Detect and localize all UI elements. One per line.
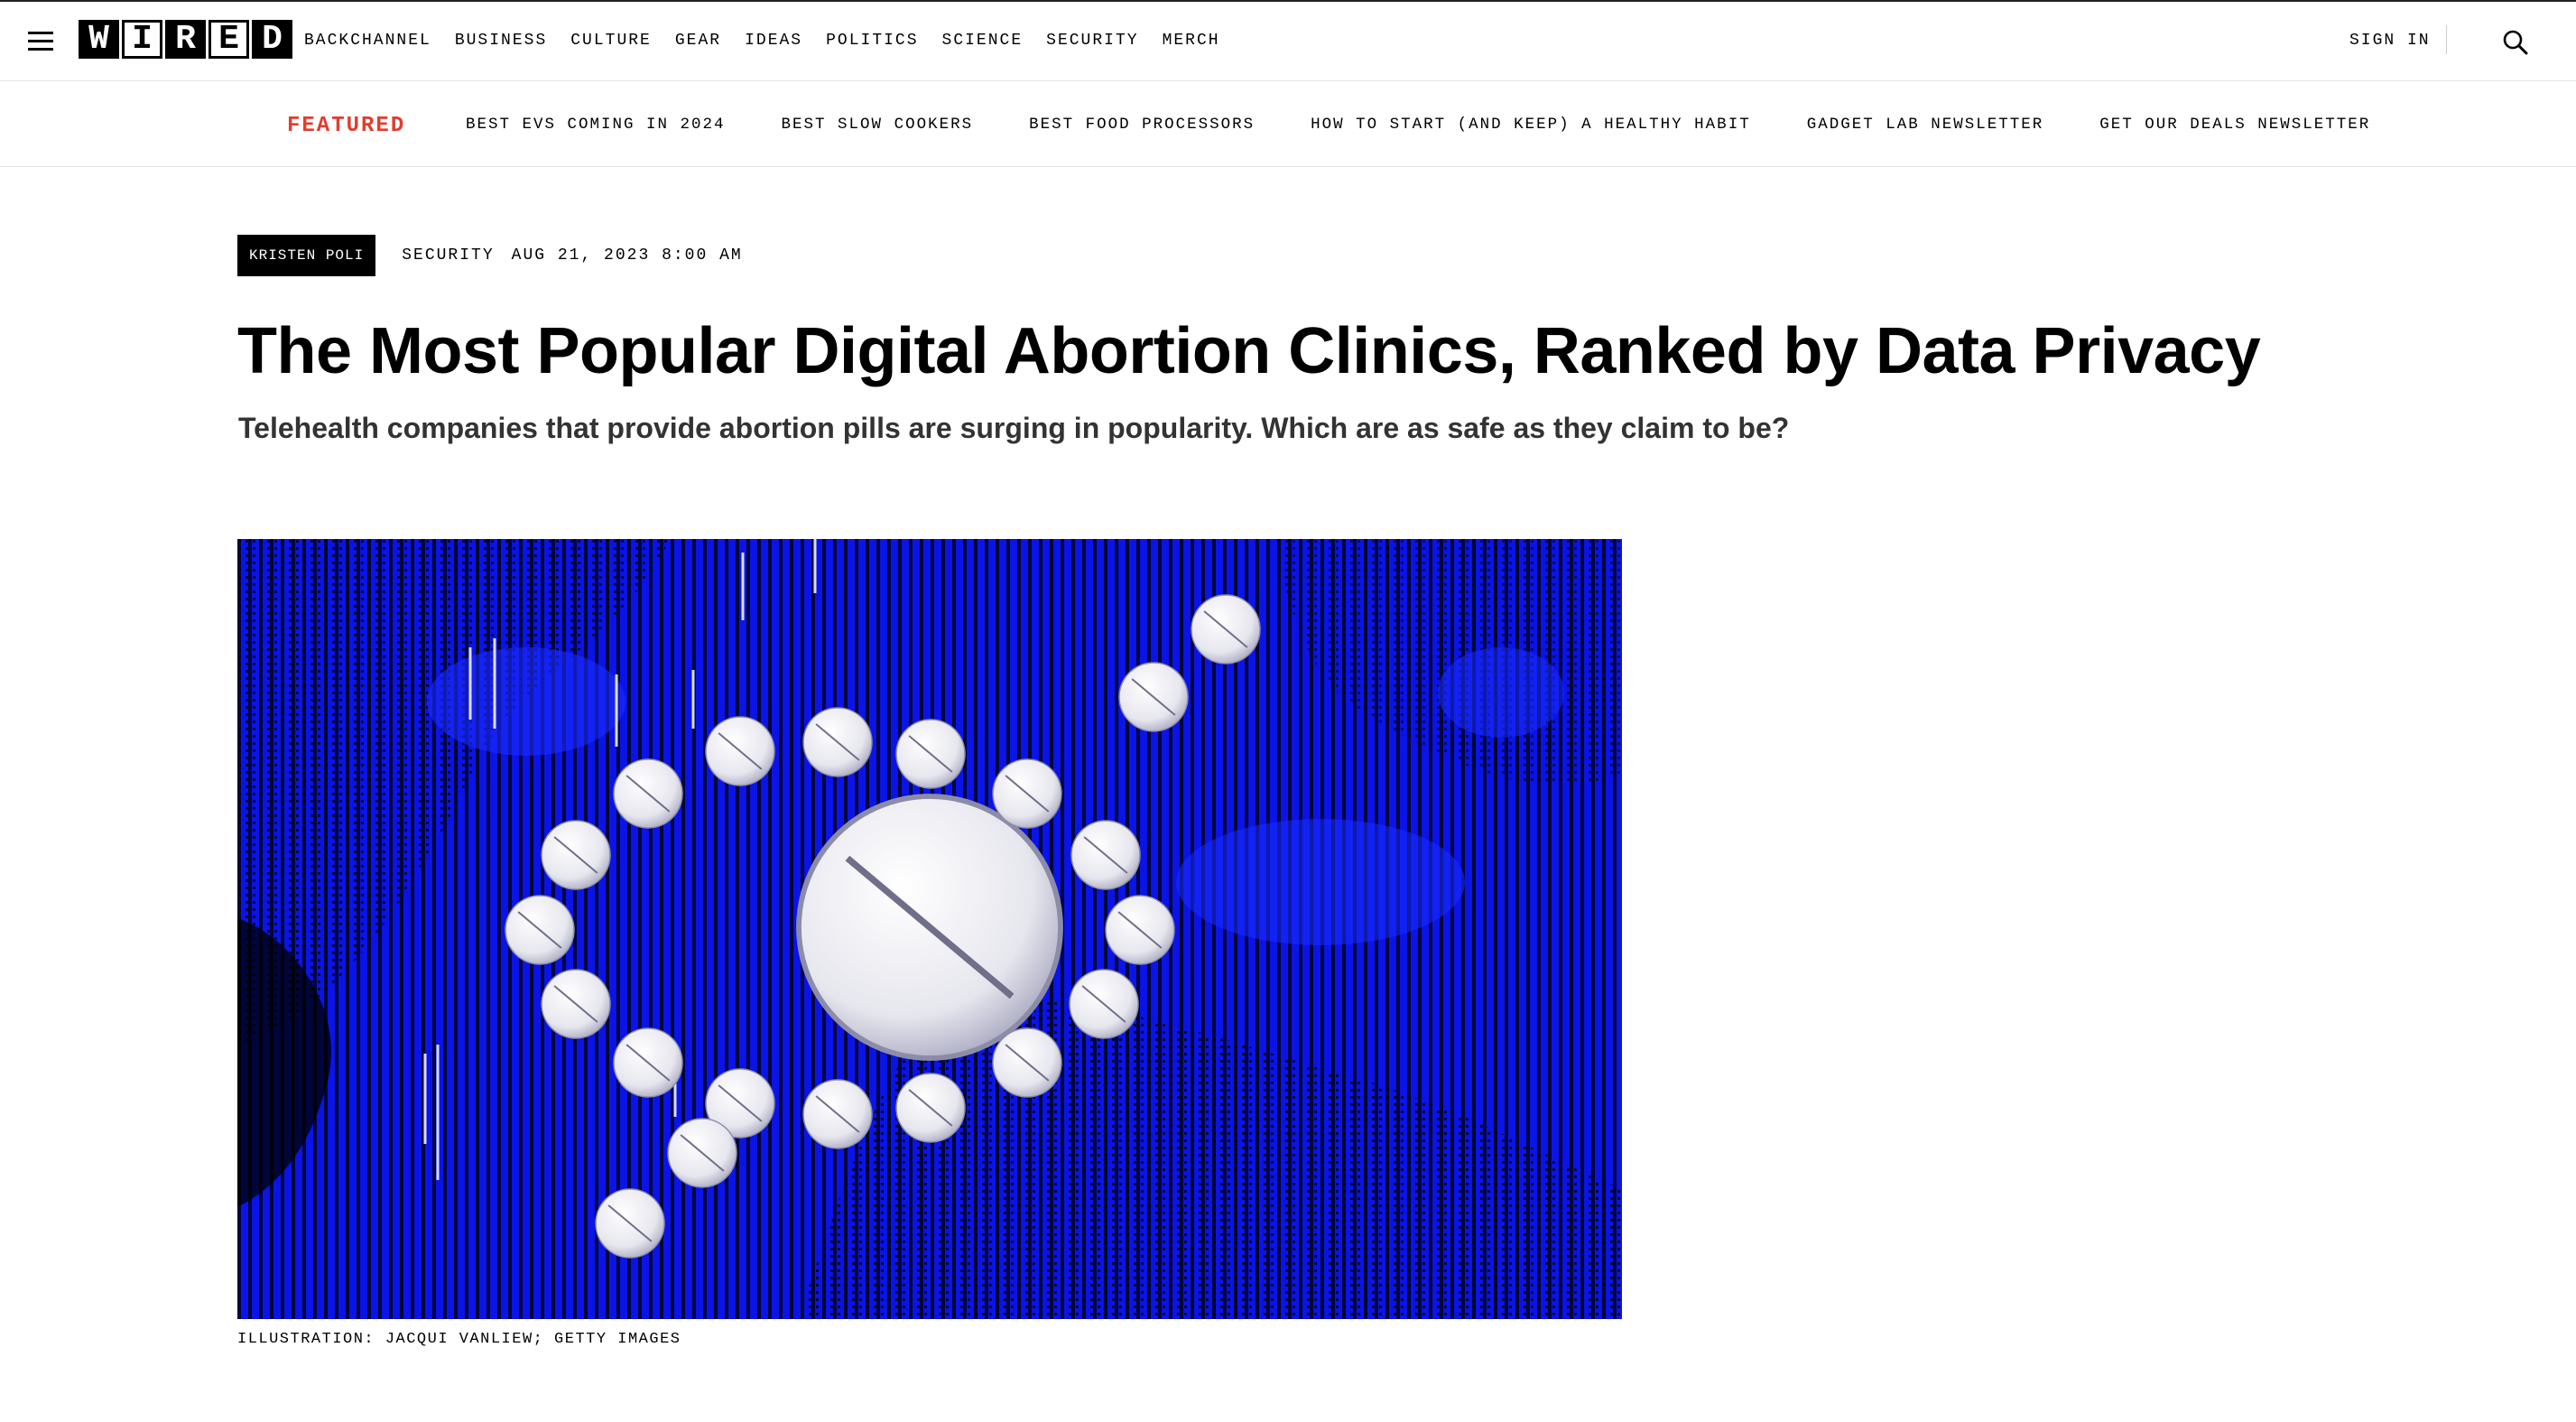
logo-letter: W — [79, 20, 119, 59]
pill-shape — [1105, 895, 1175, 965]
sign-in-link[interactable]: SIGN IN — [2349, 32, 2431, 50]
featured-link[interactable]: GADGET LAB NEWSLETTER — [1807, 116, 2044, 134]
pill-shape — [613, 758, 683, 829]
pill-shape — [541, 820, 611, 890]
pill-shape — [895, 1073, 966, 1143]
featured-label: FEATURED — [287, 114, 406, 138]
featured-links: BEST EVS COMING IN 2024 BEST SLOW COOKER… — [466, 116, 2370, 134]
featured-link[interactable]: HOW TO START (AND KEEP) A HEALTHY HABIT — [1311, 116, 1751, 134]
article-headline: The Most Popular Digital Abortion Clinic… — [237, 315, 2261, 387]
pill-shape — [613, 1027, 683, 1098]
pill-shape — [541, 969, 611, 1039]
author-badge[interactable]: KRISTEN POLI — [237, 235, 376, 276]
section-nav: BACKCHANNEL BUSINESS CULTURE GEAR IDEAS … — [304, 32, 1220, 50]
logo-letter: I — [122, 20, 162, 59]
nav-link-business[interactable]: BUSINESS — [455, 32, 547, 50]
image-caption: ILLUSTRATION: JACQUI VANLIEW; GETTY IMAG… — [237, 1331, 681, 1348]
article-dek: Telehealth companies that provide aborti… — [238, 412, 1790, 444]
pill-shape — [895, 719, 966, 789]
section-link[interactable]: SECURITY — [402, 246, 494, 265]
pill-shape — [992, 1027, 1062, 1098]
nav-link-gear[interactable]: GEAR — [675, 32, 721, 50]
nav-link-backchannel[interactable]: BACKCHANNEL — [304, 32, 431, 50]
pill-shape — [1070, 820, 1141, 890]
logo-letter: R — [165, 20, 206, 59]
featured-link[interactable]: BEST FOOD PROCESSORS — [1029, 116, 1255, 134]
publish-date: AUG 21, 2023 8:00 AM — [511, 246, 743, 265]
featured-bar: FEATURED BEST EVS COMING IN 2024 BEST SL… — [0, 81, 2576, 167]
pill-shape — [505, 895, 575, 965]
nav-link-science[interactable]: SCIENCE — [942, 32, 1024, 50]
hamburger-icon[interactable] — [28, 32, 53, 51]
nav-link-ideas[interactable]: IDEAS — [745, 32, 802, 50]
search-icon[interactable] — [2502, 29, 2529, 56]
wired-logo[interactable]: W I R E D — [79, 20, 292, 59]
top-navigation: W I R E D BACKCHANNEL BUSINESS CULTURE G… — [0, 0, 2576, 81]
pill-shape — [1118, 662, 1189, 732]
nav-link-culture[interactable]: CULTURE — [570, 32, 652, 50]
nav-link-politics[interactable]: POLITICS — [826, 32, 918, 50]
nav-divider — [2446, 25, 2447, 54]
pill-shape — [796, 794, 1063, 1061]
pill-shape — [667, 1118, 737, 1188]
hero-illustration — [237, 539, 1622, 1319]
pill-shape — [992, 758, 1062, 829]
featured-link[interactable]: BEST EVS COMING IN 2024 — [466, 116, 726, 134]
pill-shape — [705, 716, 775, 786]
nav-link-merch[interactable]: MERCH — [1163, 32, 1220, 50]
logo-letter: D — [252, 20, 292, 59]
pill-shape — [802, 1079, 873, 1149]
pill-shape — [802, 707, 873, 777]
logo-letter: E — [208, 20, 249, 59]
pill-illustration — [237, 539, 1622, 1319]
featured-link[interactable]: BEST SLOW COOKERS — [782, 116, 974, 134]
pill-shape — [1191, 594, 1261, 665]
pill-shape — [595, 1188, 665, 1259]
nav-link-security[interactable]: SECURITY — [1046, 32, 1138, 50]
byline: KRISTEN POLI SECURITY AUG 21, 2023 8:00 … — [237, 235, 743, 276]
featured-link[interactable]: GET OUR DEALS NEWSLETTER — [2099, 116, 2370, 134]
pill-shape — [1069, 969, 1139, 1039]
